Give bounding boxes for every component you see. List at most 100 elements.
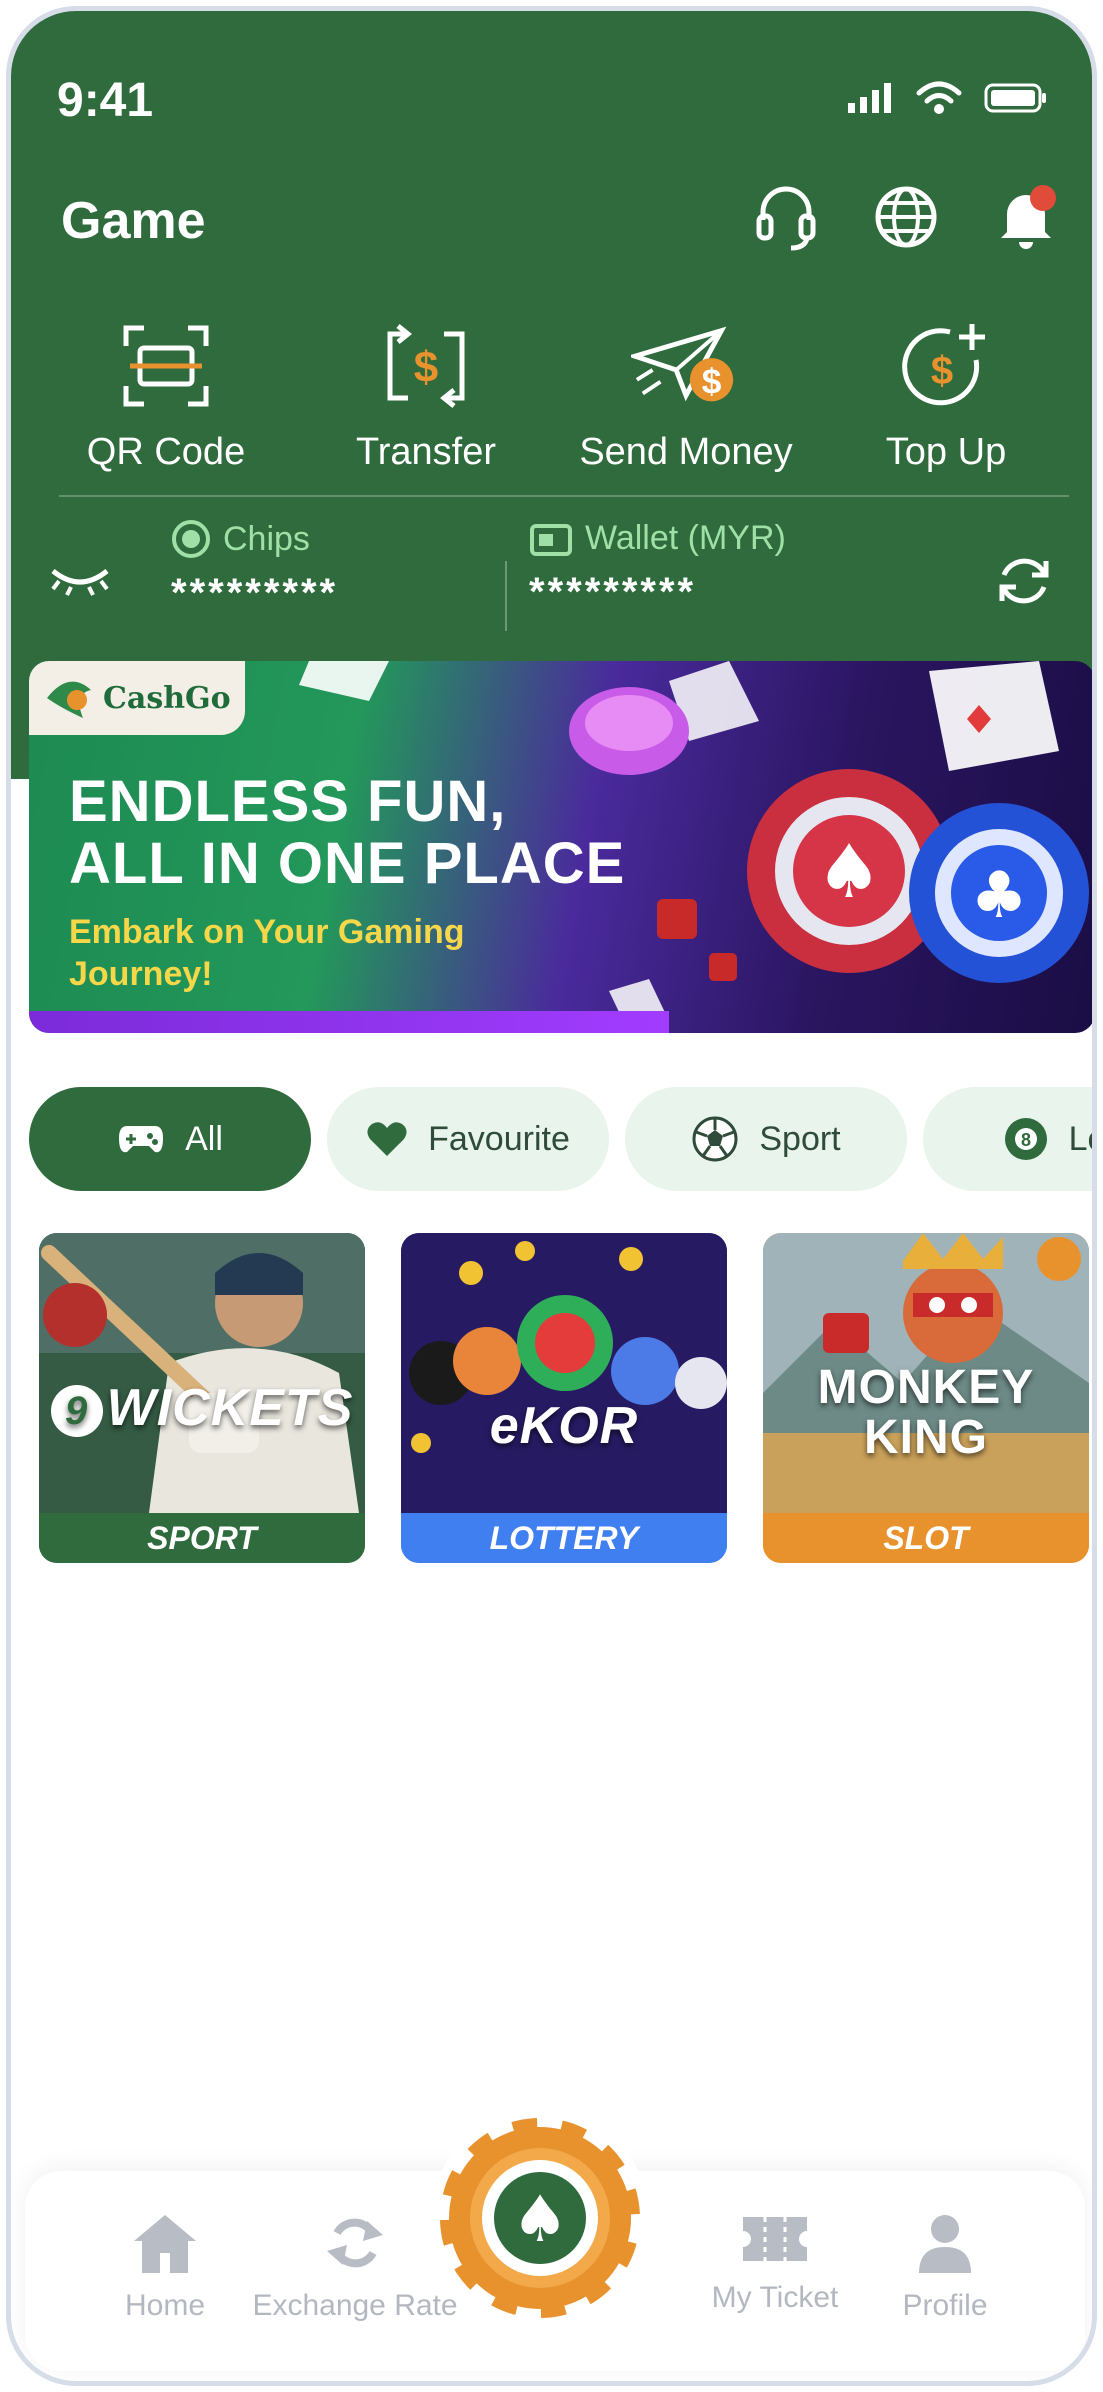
gamepad-icon: [119, 1126, 164, 1153]
wallet-value: *********: [529, 570, 697, 614]
game-card-ekor[interactable]: eKOR LOTTERY: [401, 1233, 727, 1563]
notification-button[interactable]: [990, 181, 1062, 253]
toggle-visibility-button[interactable]: [49, 563, 111, 602]
page-title: Game: [61, 192, 206, 250]
status-time: 9:41: [57, 74, 154, 127]
tab-lottery-label: Lott: [1068, 1119, 1092, 1158]
wallet-icon: [530, 523, 572, 556]
chips-value: *********: [171, 571, 339, 615]
signal-icon: [848, 83, 891, 113]
qr-code-button[interactable]: QR Code: [41, 311, 291, 474]
battery-icon: [984, 83, 1046, 113]
headset-icon: [756, 186, 816, 251]
chips-label: Chips: [223, 519, 310, 558]
home-icon: [134, 2215, 196, 2273]
svg-text:$: $: [931, 349, 953, 393]
top-up-icon: $: [902, 324, 985, 406]
brand-tag: CashGo: [29, 661, 245, 735]
svg-text:$: $: [702, 363, 722, 402]
tab-lottery[interactable]: 8 Lott: [923, 1087, 1092, 1191]
poker-chip-icon: ♠: [437, 2115, 643, 2321]
soccer-ball-icon: [692, 1116, 738, 1162]
qr-code-label: QR Code: [86, 431, 246, 473]
game-card-ekor-category: LOTTERY: [401, 1513, 727, 1563]
profile-icon: [919, 2215, 971, 2273]
transfer-label: Transfer: [355, 431, 497, 473]
chips-balance: Chips *********: [171, 519, 338, 616]
game-card-9wickets[interactable]: 9 WICKETS SPORT: [39, 1233, 365, 1563]
game-list: 9 WICKETS SPORT eKOR LOTTERY MONKEY KING…: [39, 1233, 1089, 1563]
wifi-icon: [916, 81, 962, 114]
svg-text:♠: ♠: [816, 829, 882, 915]
banner-stripe: [29, 1011, 669, 1033]
cashgo-logo-icon: [47, 681, 91, 718]
tab-favourite[interactable]: Favourite: [327, 1087, 609, 1191]
transfer-icon: $: [387, 324, 465, 408]
qr-scan-icon: [123, 325, 209, 407]
banner-subtitle-line-2: Journey!: [69, 955, 213, 993]
svg-text:$: $: [414, 343, 438, 392]
game-card-9wickets-title: 9 WICKETS: [39, 1382, 365, 1438]
banner-subtitle: Embark on Your Gaming Journey!: [69, 911, 464, 995]
tab-sport[interactable]: Sport: [625, 1087, 907, 1191]
transfer-button[interactable]: $ Transfer: [301, 311, 551, 474]
game-card-monkey-king-category: SLOT: [763, 1513, 1089, 1563]
top-up-label: Top Up: [885, 431, 1007, 473]
nav-exchange-rate[interactable]: Exchange Rate: [252, 2211, 458, 2323]
wallet-balance: Wallet (MYR) *********: [529, 519, 786, 615]
eye-closed-icon: [51, 569, 109, 596]
cricket-player-image: [39, 1233, 365, 1513]
game-card-ekor-title: eKOR: [489, 1397, 639, 1455]
exchange-icon: [327, 2218, 383, 2268]
banner-subtitle-line-1: Embark on Your Gaming: [69, 913, 465, 951]
phone-frame: 9:41 Game QR Code $ Transfer $ Send Mone…: [6, 6, 1097, 2386]
game-card-9wickets-name: WICKETS: [106, 1379, 354, 1437]
banner-headline-line-2: ALL IN ONE PLACE: [69, 831, 626, 896]
support-button[interactable]: [750, 181, 822, 253]
tab-favourite-label: Favourite: [428, 1119, 570, 1158]
game-card-monkey-king-title: MONKEY KING: [817, 1361, 1035, 1464]
lottery-balls-image: [401, 1233, 727, 1513]
game-card-9wickets-category: SPORT: [39, 1513, 365, 1563]
status-icons: [846, 81, 1048, 115]
nav-home[interactable]: Home: [65, 2211, 265, 2323]
tab-all-label: All: [185, 1119, 223, 1158]
nav-my-ticket-label: My Ticket: [711, 2281, 839, 2314]
category-tabs: All Favourite Sport 8 L: [29, 1087, 1092, 1191]
quick-actions: QR Code $ Transfer $ Send Money $ Top Up: [41, 311, 1071, 474]
lottery-ball-icon: 8: [1004, 1118, 1047, 1160]
banner-headline: ENDLESS FUN, ALL IN ONE PLACE: [69, 771, 625, 895]
banner-headline-line-1: ENDLESS FUN,: [69, 769, 507, 834]
game-center-button[interactable]: ♠: [431, 2109, 649, 2327]
header-actions: [750, 181, 1062, 253]
send-money-icon: $: [631, 326, 734, 402]
brand-name: CashGo: [103, 680, 231, 716]
heart-icon: [367, 1122, 407, 1156]
nav-exchange-rate-label: Exchange Rate: [252, 2289, 458, 2322]
chip-coin-icon: [172, 520, 210, 558]
refresh-button[interactable]: [992, 549, 1056, 618]
game-card-monkey-king[interactable]: MONKEY KING SLOT: [763, 1233, 1089, 1563]
header-divider: [59, 495, 1069, 497]
nav-profile[interactable]: Profile: [845, 2211, 1045, 2323]
bell-icon: [1001, 185, 1056, 249]
top-up-button[interactable]: $ Top Up: [821, 311, 1071, 474]
svg-text:8: 8: [1021, 1130, 1031, 1150]
svg-text:♠: ♠: [511, 2183, 568, 2257]
send-money-label: Send Money: [579, 431, 793, 473]
tab-sport-label: Sport: [759, 1119, 841, 1158]
balance-bar: Chips ********* Wallet (MYR) *********: [11, 511, 1092, 641]
language-button[interactable]: [870, 181, 942, 253]
globe-icon: [875, 186, 937, 248]
tab-all[interactable]: All: [29, 1087, 311, 1191]
nav-profile-label: Profile: [902, 2289, 988, 2322]
promo-banner[interactable]: ♠ ♣ CashGo ENDLESS FUN, ALL IN ONE PLACE…: [29, 661, 1092, 1033]
wallet-label: Wallet (MYR): [585, 519, 786, 557]
balance-separator: [505, 561, 507, 631]
refresh-icon: [999, 558, 1049, 604]
send-money-button[interactable]: $ Send Money: [561, 311, 811, 474]
nav-home-label: Home: [124, 2289, 206, 2322]
ticket-icon: [743, 2217, 807, 2261]
game-card-9wickets-prefix: 9: [50, 1385, 103, 1438]
svg-text:♣: ♣: [970, 859, 1027, 933]
